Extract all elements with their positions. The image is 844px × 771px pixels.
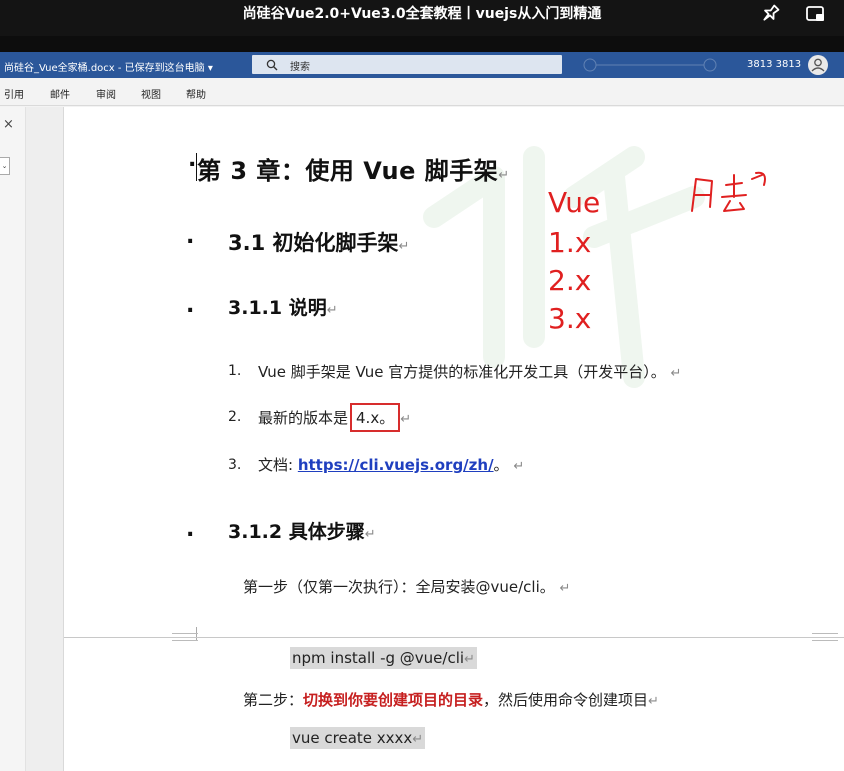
- user-name[interactable]: 3813 3813: [747, 59, 801, 70]
- docs-link[interactable]: https://cli.vuejs.org/zh/: [298, 456, 494, 474]
- code-block-create: vue create xxxx↵: [290, 727, 426, 749]
- search-placeholder: 搜索: [290, 62, 310, 73]
- picture-in-picture-icon[interactable]: [804, 2, 828, 26]
- video-letterbox: [0, 36, 844, 52]
- chevron-down-icon[interactable]: ⌄: [0, 157, 10, 175]
- page-gutter: [26, 107, 64, 771]
- code-block-install: npm install -g @vue/cli↵: [290, 647, 477, 669]
- paragraph-mark: ↵: [326, 303, 338, 318]
- search-icon: [266, 59, 278, 71]
- section-heading-text: 3.1 初始化脚手架: [228, 231, 399, 255]
- step-1-text: 第一步（仅第一次执行）：全局安装@vue/cli。 ↵: [243, 576, 570, 597]
- tab-help[interactable]: 帮助: [186, 86, 206, 101]
- tab-references[interactable]: 引用: [4, 86, 24, 101]
- paragraph-mark: ↵: [464, 652, 475, 667]
- list-number: 3.: [228, 457, 242, 473]
- avatar[interactable]: [808, 55, 828, 75]
- tab-review[interactable]: 审阅: [96, 86, 116, 101]
- list-item-text: 文档:: [258, 456, 298, 474]
- paragraph-mark: ↵: [398, 239, 410, 254]
- subsection-heading-2: 3.1.2 具体步骤↵: [228, 517, 376, 544]
- video-title-bar: 尚硅谷Vue2.0+Vue3.0全套教程丨vuejs从入门到精通: [0, 0, 844, 36]
- document-title[interactable]: 尚硅谷_Vue全家桶.docx - 已保存到这台电脑 ▾: [4, 59, 213, 74]
- annotation-version-3: 3.x: [548, 302, 592, 335]
- list-item: 最新的版本是 4.x。 ↵: [258, 403, 411, 432]
- video-title: 尚硅谷Vue2.0+Vue3.0全套教程丨vuejs从入门到精通: [242, 6, 602, 22]
- paragraph-mark: ↵: [559, 581, 571, 596]
- annotation-version-1: 1.x: [548, 226, 592, 259]
- annotation-version-2: 2.x: [548, 264, 592, 297]
- page-break: [64, 637, 844, 638]
- list-item-suffix: 。: [493, 456, 509, 474]
- subsection-heading-1-text: 3.1.1 说明: [228, 297, 327, 319]
- paragraph-mark: ↵: [648, 694, 659, 709]
- code-install-text: npm install -g @vue/cli: [292, 649, 465, 667]
- tab-mailings[interactable]: 邮件: [50, 86, 70, 101]
- handwritten-scribble: [691, 171, 766, 212]
- ribbon-tabs: 引用 邮件 审阅 视图 帮助: [0, 78, 844, 106]
- version-highlight-box: 4.x。: [350, 403, 401, 432]
- subsection-heading-1: 3.1.1 说明↵: [228, 293, 338, 320]
- paragraph-mark: ↵: [498, 168, 510, 183]
- paragraph-mark: ↵: [400, 412, 412, 427]
- list-item: 文档: https://cli.vuejs.org/zh/。 ↵: [258, 454, 524, 475]
- navigation-pane: × ⌄: [0, 107, 26, 771]
- section-heading: 3.1 初始化脚手架↵: [228, 227, 409, 257]
- pin-icon[interactable]: [758, 2, 782, 26]
- paragraph-mark: ↵: [670, 366, 682, 381]
- step-2-prefix: 第二步：: [243, 691, 304, 709]
- user-icon: [811, 58, 825, 72]
- document-page[interactable]: . 第 3 章：使用 Vue 脚手架↵ . 3.1 初始化脚手架↵ . 3.1.…: [64, 107, 844, 771]
- chapter-heading-text: 第 3 章：使用 Vue 脚手架: [197, 157, 499, 185]
- list-item-text: Vue 脚手架是 Vue 官方提供的标准化开发工具（开发平台）。: [258, 363, 666, 381]
- heading-bullet: .: [186, 517, 195, 542]
- step-2-text: 第二步：切换到你要创建项目的目录，然后使用命令创建项目↵: [243, 689, 659, 710]
- heading-bullet: .: [186, 224, 195, 249]
- paragraph-mark: ↵: [364, 527, 376, 542]
- list-number: 2.: [228, 409, 242, 425]
- paragraph-mark: ↵: [412, 732, 424, 747]
- chapter-heading: 第 3 章：使用 Vue 脚手架↵: [197, 151, 510, 186]
- step-1-content: 第一步（仅第一次执行）：全局安装@vue/cli。: [243, 578, 555, 596]
- list-item: Vue 脚手架是 Vue 官方提供的标准化开发工具（开发平台）。 ↵: [258, 361, 681, 382]
- subsection-heading-2-text: 3.1.2 具体步骤: [228, 521, 365, 543]
- word-title-bar: 尚硅谷_Vue全家桶.docx - 已保存到这台电脑 ▾ 搜索 3813 381…: [0, 52, 844, 78]
- tab-view[interactable]: 视图: [141, 86, 161, 101]
- code-create-text: vue create xxxx: [292, 729, 413, 747]
- step-2-emphasis: 切换到你要创建项目的目录: [303, 691, 484, 709]
- list-item-text: 最新的版本是: [258, 409, 349, 427]
- annotation-vue: Vue: [548, 186, 601, 219]
- search-box[interactable]: 搜索: [252, 55, 562, 74]
- list-number: 1.: [228, 363, 242, 379]
- heading-bullet: .: [186, 293, 195, 318]
- step-2-suffix: ，然后使用命令创建项目: [483, 691, 649, 709]
- title-decoration: [583, 58, 717, 72]
- close-icon[interactable]: ×: [3, 117, 14, 132]
- paragraph-mark: ↵: [513, 459, 525, 474]
